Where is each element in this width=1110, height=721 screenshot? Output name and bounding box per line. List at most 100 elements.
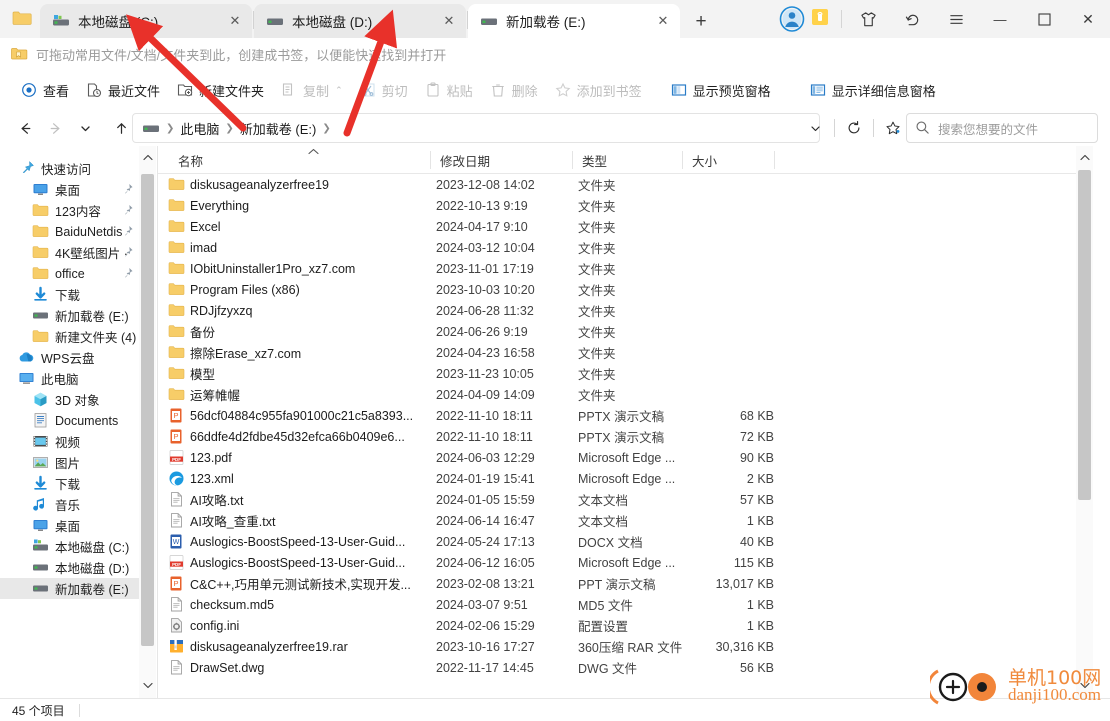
file-type: 文件夹 — [578, 221, 616, 235]
forward-button[interactable] — [40, 114, 70, 142]
file-list-scrollbar[interactable] — [1076, 146, 1093, 698]
scroll-down-icon[interactable] — [139, 676, 156, 694]
table-row[interactable]: 123.xml 2024-01-19 15:41 Microsoft Edge ..… — [158, 468, 1093, 489]
breadcrumb-drive-e[interactable]: 新加载卷 (E:) — [240, 119, 317, 138]
tab-drive-e[interactable]: 新加载卷 (E:) ✕ — [468, 4, 680, 38]
shirt-icon[interactable] — [846, 0, 890, 38]
sidebar-item-19[interactable]: 本地磁盘 (D:) — [0, 557, 139, 578]
table-row[interactable]: 擦除Erase_xz7.com 2024-04-23 16:58 文件夹 — [158, 342, 1093, 363]
sidebar-item-15[interactable]: 下载 — [0, 473, 139, 494]
sidebar-item-8[interactable]: 新建文件夹 (4) — [0, 326, 139, 347]
sidebar-item-9[interactable]: WPS云盘 — [0, 347, 139, 368]
table-row[interactable]: P C&C++,巧用单元测试新技术,实现开发... 2023-02-08 13:21… — [158, 573, 1093, 594]
table-row[interactable]: AI攻略_查重.txt 2024-06-14 16:47 文本文档 1 KB — [158, 510, 1093, 531]
table-row[interactable]: PDF 123.pdf 2024-06-03 12:29 Microsoft Edge… — [158, 447, 1093, 468]
pin-icon[interactable] — [122, 225, 133, 237]
close-icon[interactable]: ✕ — [650, 8, 676, 34]
sidebar-item-0[interactable]: 快速访问 — [0, 158, 139, 179]
search-input[interactable]: 搜索您想要的文件 — [906, 113, 1098, 143]
close-button[interactable]: ✕ — [1066, 0, 1110, 38]
paste-button[interactable]: 粘贴 — [416, 75, 481, 105]
pin-icon[interactable] — [122, 246, 133, 258]
history-dropdown-button[interactable] — [70, 114, 100, 142]
sidebar-item-2[interactable]: 123内容 — [0, 200, 139, 221]
maximize-button[interactable] — [1022, 0, 1066, 38]
sidebar-item-3[interactable]: BaiduNetdis — [0, 221, 139, 242]
new-folder-button[interactable]: 新建文件夹 — [168, 75, 272, 105]
scroll-up-icon[interactable] — [139, 148, 156, 166]
address-dropdown-button[interactable] — [800, 114, 830, 142]
pin-icon[interactable] — [122, 204, 133, 216]
sidebar-item-17[interactable]: 桌面 — [0, 515, 139, 536]
table-row[interactable]: imad 2024-03-12 10:04 文件夹 — [158, 237, 1093, 258]
table-row[interactable]: 运筹帷幄 2024-04-09 14:09 文件夹 — [158, 384, 1093, 405]
table-row[interactable]: P 56dcf04884c955fa901000c21c5a8393... 2022… — [158, 405, 1093, 426]
tab-drive-c[interactable]: 本地磁盘 (C:) ✕ — [40, 4, 252, 38]
details-pane-button[interactable]: 显示详细信息窗格 — [801, 75, 944, 105]
sidebar-item-12[interactable]: Documents — [0, 410, 139, 431]
table-row[interactable]: P 66ddfe4d2fdbe45d32efca66b0409e6... 2022-… — [158, 426, 1093, 447]
lock-badge-icon[interactable] — [811, 8, 829, 31]
sidebar-item-16[interactable]: 音乐 — [0, 494, 139, 515]
column-header-type[interactable]: 类型 — [572, 146, 682, 174]
sidebar-item-5[interactable]: office — [0, 263, 139, 284]
table-row[interactable]: AI攻略.txt 2024-01-05 15:59 文本文档 57 KB — [158, 489, 1093, 510]
new-tab-button[interactable]: + — [688, 9, 714, 35]
sidebar-item-7[interactable]: 新加载卷 (E:) — [0, 305, 139, 326]
delete-button[interactable]: 删除 — [481, 75, 546, 105]
address-bar[interactable]: ❯ 此电脑 ❯ 新加载卷 (E:) ❯ — [132, 113, 820, 143]
sidebar-item-6[interactable]: 下载 — [0, 284, 139, 305]
sidebar-item-13[interactable]: 视频 — [0, 431, 139, 452]
recent-files-button[interactable]: 最近文件 — [77, 75, 168, 105]
table-row[interactable]: config.ini 2024-02-06 15:29 配置设置 1 KB — [158, 615, 1093, 636]
preview-pane-button[interactable]: 显示预览窗格 — [662, 75, 779, 105]
sidebar-item-1[interactable]: 桌面 — [0, 179, 139, 200]
table-row[interactable]: Excel 2024-04-17 9:10 文件夹 — [158, 216, 1093, 237]
table-row[interactable]: 模型 2023-11-23 10:05 文件夹 — [158, 363, 1093, 384]
table-row[interactable]: RDJjfzyxzq 2024-06-28 11:32 文件夹 — [158, 300, 1093, 321]
pin-icon[interactable] — [122, 183, 133, 195]
bookmark-star-icon[interactable] — [878, 114, 908, 142]
minimize-button[interactable]: — — [978, 0, 1022, 38]
refresh-icon[interactable] — [839, 114, 869, 142]
column-header-date[interactable]: 修改日期 — [430, 146, 572, 174]
sidebar-item-20[interactable]: 新加载卷 (E:) — [0, 578, 139, 599]
sidebar-item-label: 视频 — [55, 436, 81, 450]
chevron-right-icon[interactable]: ❯ — [322, 123, 330, 134]
column-divider[interactable] — [774, 151, 775, 169]
sidebar-item-14[interactable]: 图片 — [0, 452, 139, 473]
avatar[interactable] — [779, 6, 805, 32]
close-icon[interactable]: ✕ — [222, 8, 248, 34]
scrollbar-thumb[interactable] — [141, 174, 154, 646]
table-row[interactable]: diskusageanalyzerfree19.rar 2023-10-16 17… — [158, 636, 1093, 657]
view-button[interactable]: 查看 — [12, 75, 77, 105]
table-row[interactable]: Program Files (x86) 2023-10-03 10:20 文件夹 — [158, 279, 1093, 300]
table-row[interactable]: diskusageanalyzerfree19 2023-12-08 14:02 文… — [158, 174, 1093, 195]
copy-button[interactable]: 复制 ⌃ — [272, 75, 351, 105]
sidebar-item-11[interactable]: 3D 对象 — [0, 389, 139, 410]
close-icon[interactable]: ✕ — [436, 8, 462, 34]
scroll-up-icon[interactable] — [1076, 148, 1093, 166]
add-bookmark-button[interactable]: 添加到书签 — [546, 75, 650, 105]
sidebar-item-4[interactable]: 4K壁纸图片 · — [0, 242, 139, 263]
hamburger-menu-icon[interactable] — [934, 0, 978, 38]
undo-icon[interactable] — [890, 0, 934, 38]
table-row[interactable]: checksum.md5 2024-03-07 9:51 MD5 文件 1 KB — [158, 594, 1093, 615]
sidebar-item-10[interactable]: 此电脑 — [0, 368, 139, 389]
table-row[interactable]: 备份 2024-06-26 9:19 文件夹 — [158, 321, 1093, 342]
sidebar-scrollbar[interactable] — [139, 146, 156, 698]
scrollbar-thumb[interactable] — [1078, 170, 1091, 500]
table-row[interactable]: W Auslogics-BoostSpeed-13-User-Guid... 202… — [158, 531, 1093, 552]
pin-icon[interactable] — [122, 267, 133, 279]
chevron-right-icon[interactable]: ❯ — [225, 123, 233, 134]
cut-button[interactable]: 剪切 — [351, 75, 416, 105]
table-row[interactable]: PDF Auslogics-BoostSpeed-13-User-Guid... 2… — [158, 552, 1093, 573]
back-button[interactable] — [10, 114, 40, 142]
table-row[interactable]: Everything 2022-10-13 9:19 文件夹 — [158, 195, 1093, 216]
column-header-size[interactable]: 大小 — [682, 146, 774, 174]
breadcrumb-this-pc[interactable]: 此电脑 — [180, 119, 219, 138]
table-row[interactable]: IObitUninstaller1Pro_xz7.com 2023-11-01 1… — [158, 258, 1093, 279]
column-header-name[interactable]: 名称 — [168, 146, 430, 174]
tab-drive-d[interactable]: 本地磁盘 (D:) ✕ — [254, 4, 466, 38]
sidebar-item-18[interactable]: 本地磁盘 (C:) — [0, 536, 139, 557]
